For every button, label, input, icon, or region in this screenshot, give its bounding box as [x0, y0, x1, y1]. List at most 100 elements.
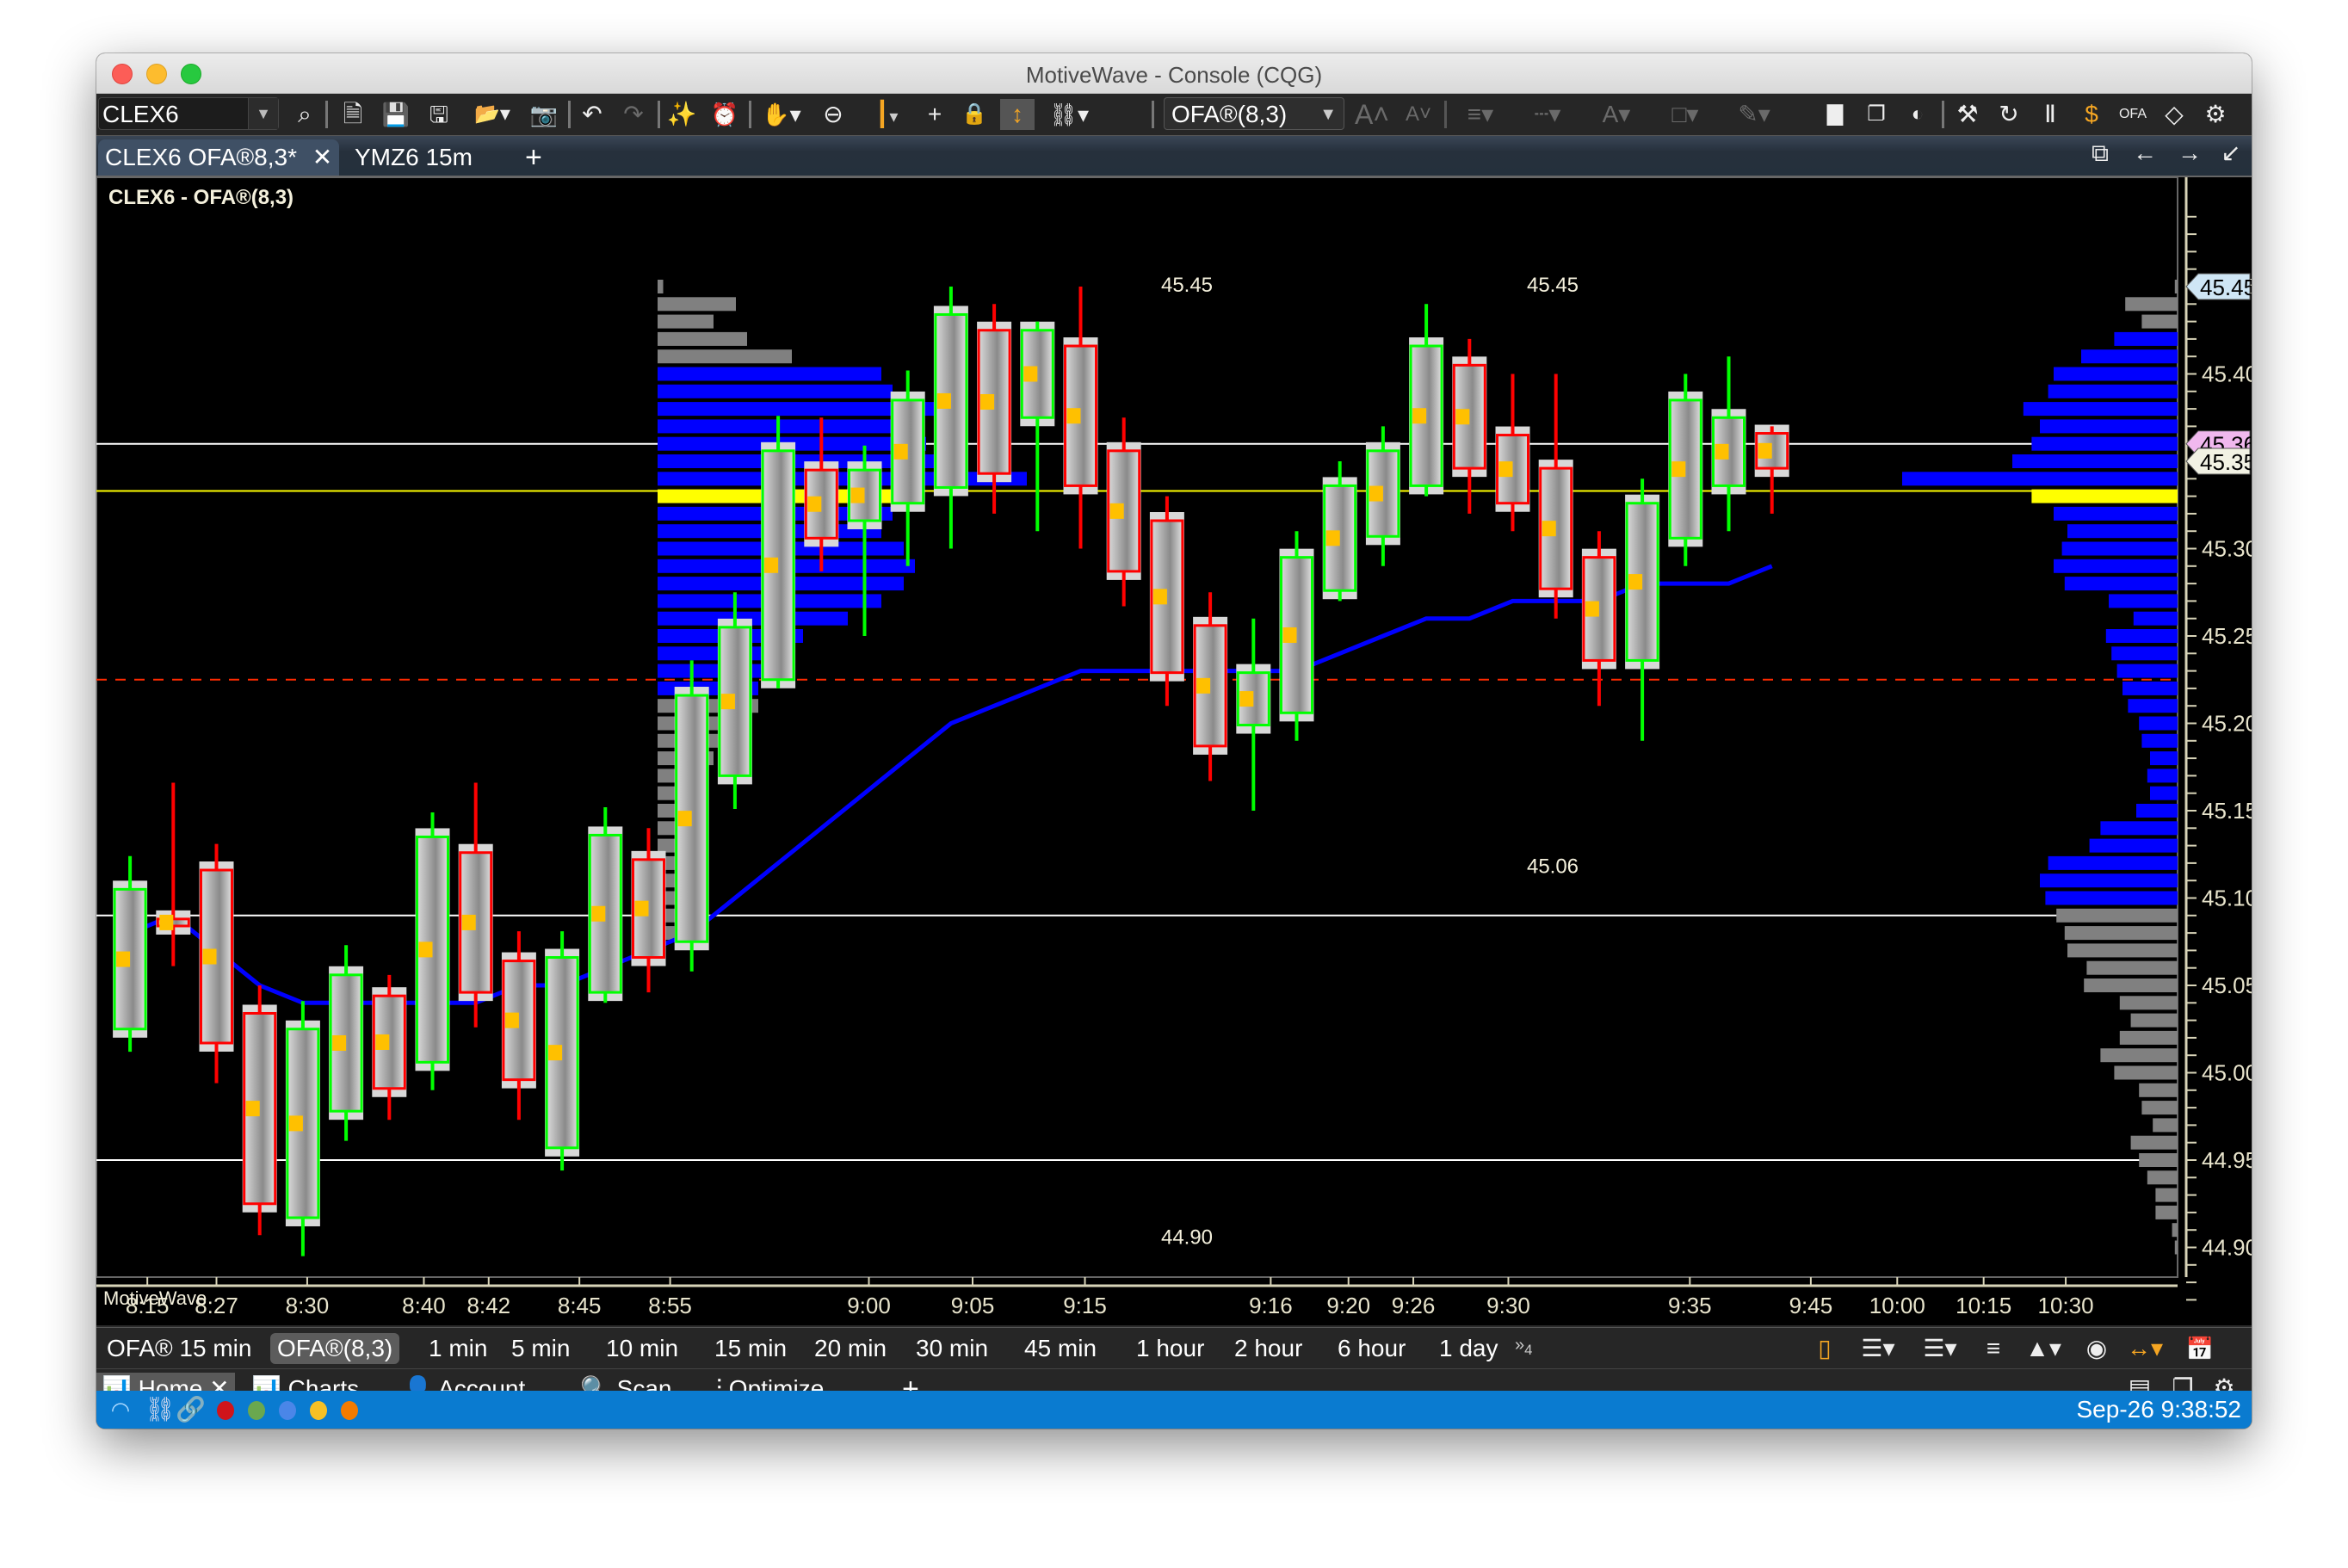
candle[interactable] — [242, 985, 277, 1236]
candle[interactable] — [285, 1001, 320, 1256]
candle[interactable] — [890, 370, 925, 566]
candle[interactable] — [329, 945, 364, 1141]
add-tab-button[interactable]: + — [518, 139, 549, 176]
interval-option[interactable]: 1 day — [1432, 1333, 1505, 1364]
candle[interactable] — [1754, 424, 1789, 514]
tab-clex6[interactable]: CLEX6 OFA®8,3* ✕ — [98, 139, 340, 176]
candle[interactable] — [1581, 531, 1616, 707]
candle[interactable] — [1322, 461, 1357, 602]
tab-ymz6[interactable]: YMZ6 15m — [348, 139, 479, 176]
tools-icon[interactable]: ⚒ — [1950, 99, 1985, 130]
study-selector[interactable]: OFA®(8,3) ▼ — [1164, 97, 1344, 130]
candle[interactable] — [1625, 478, 1660, 741]
interval-option[interactable]: 45 min — [1017, 1333, 1103, 1364]
candle[interactable] — [1063, 287, 1098, 549]
text-color-icon[interactable]: A▾ — [1591, 99, 1642, 130]
candle[interactable] — [1193, 592, 1228, 781]
candle[interactable] — [113, 855, 148, 1053]
candle[interactable] — [1020, 321, 1055, 532]
candle[interactable] — [458, 782, 493, 1028]
candle[interactable] — [1365, 426, 1400, 566]
chevron-down-icon[interactable]: ▼ — [248, 98, 278, 129]
zoom-out-icon[interactable]: ⊖ — [816, 99, 850, 130]
candle[interactable] — [415, 812, 450, 1090]
interval-option[interactable]: 2 hour — [1227, 1333, 1309, 1364]
eye-icon[interactable]: ◉ — [2081, 1333, 2112, 1364]
search-icon[interactable]: ⌕ — [289, 99, 320, 130]
interval-option[interactable]: 10 min — [599, 1333, 685, 1364]
candle[interactable] — [1149, 496, 1184, 707]
candle-style-icon[interactable]: ┃▾ — [862, 99, 911, 130]
crosshair-icon[interactable]: + — [919, 99, 950, 130]
new-page-icon[interactable]: 🗎 — [337, 99, 368, 130]
price-chart[interactable]: 45.45 45.45 45.06 44.90 45.45 45.40 45.30 45.2… — [96, 176, 2252, 1325]
candle[interactable] — [1668, 373, 1703, 566]
interval-option[interactable]: OFA®(8,3) — [270, 1333, 400, 1364]
refresh-icon[interactable]: ↻ — [1992, 99, 2026, 130]
ofa-icon[interactable]: OFA — [2116, 99, 2150, 130]
candle[interactable] — [1409, 304, 1444, 497]
forward-arrow-icon[interactable]: → — [2172, 138, 2207, 169]
popout-icon[interactable]: ⧉ — [2083, 138, 2117, 169]
candle[interactable] — [501, 931, 536, 1120]
collapse-icon[interactable]: ↙ — [2214, 138, 2248, 169]
candle[interactable] — [933, 287, 968, 549]
candle[interactable] — [1452, 338, 1487, 514]
align-left-icon[interactable]: ☰▾ — [1852, 1333, 1904, 1364]
dollar-clock-icon[interactable]: $ — [2074, 99, 2109, 130]
interval-option[interactable]: 20 min — [807, 1333, 893, 1364]
candle[interactable] — [761, 416, 796, 688]
candle[interactable] — [631, 828, 666, 993]
save-icon[interactable]: 💾 — [380, 99, 411, 130]
back-arrow-icon[interactable]: ← — [2128, 138, 2162, 169]
candle[interactable] — [1279, 531, 1314, 741]
fill-color-icon[interactable]: □▾ — [1659, 99, 1711, 130]
magic-wand-icon[interactable]: ✨ — [664, 99, 699, 130]
dollar-diamond-icon[interactable]: ◇ — [2157, 99, 2191, 130]
auto-scale-icon[interactable]: ↕ — [1000, 99, 1035, 130]
interval-option[interactable]: 30 min — [909, 1333, 995, 1364]
candle[interactable] — [674, 660, 709, 972]
save-all-icon[interactable]: 🖫 — [423, 99, 454, 130]
overflow-button[interactable]: »4 — [1508, 1330, 1539, 1361]
candle[interactable] — [1495, 373, 1530, 532]
list-lines-icon[interactable]: ≡ — [1978, 1333, 2009, 1364]
candle[interactable] — [156, 782, 191, 966]
calculator-icon[interactable]: ▯ — [1809, 1333, 1840, 1364]
brush-color-icon[interactable]: ✎▾ — [1728, 99, 1780, 130]
hand-pan-icon[interactable]: ✋▾ — [756, 99, 807, 130]
interval-option[interactable]: 1 min — [422, 1333, 494, 1364]
redo-icon[interactable]: ↷ — [618, 99, 649, 130]
candle[interactable] — [1106, 417, 1141, 607]
candle[interactable] — [1538, 373, 1573, 619]
undo-icon[interactable]: ↶ — [577, 99, 608, 130]
order-lock-icon[interactable]: ▇ — [1818, 99, 1852, 130]
chevron-down-icon[interactable]: ▼ — [1319, 98, 1337, 131]
close-icon[interactable]: ✕ — [312, 144, 332, 170]
lock-scale-icon[interactable]: 🔒 — [957, 99, 992, 130]
font-decrease-icon[interactable]: A˅ — [1401, 99, 1436, 130]
width-resize-icon[interactable]: ↔▾ — [2119, 1333, 2171, 1364]
font-increase-icon[interactable]: A˄ — [1355, 99, 1389, 130]
line-style-icon[interactable]: ┄▾ — [1522, 99, 1573, 130]
chart-type-icon[interactable]: ▲▾ — [2017, 1333, 2069, 1364]
layers-icon[interactable]: ❐ — [1859, 99, 1894, 130]
candle[interactable] — [588, 806, 623, 1003]
candle[interactable] — [372, 974, 407, 1120]
interval-option[interactable]: 15 min — [707, 1333, 794, 1364]
symbol-selector[interactable]: CLEX6 ▼ — [98, 97, 279, 130]
overlay-icon[interactable]: ◐ — [1900, 99, 1935, 130]
camera-icon[interactable]: 📷 — [527, 99, 561, 130]
candle[interactable] — [717, 592, 752, 809]
link-icon[interactable]: ⛓▾ — [1043, 99, 1095, 130]
open-folder-icon[interactable]: 📂▾ — [467, 99, 518, 130]
interval-option[interactable]: 6 hour — [1331, 1333, 1412, 1364]
interval-option[interactable]: 1 hour — [1129, 1333, 1211, 1364]
line-width-icon[interactable]: ≡▾ — [1455, 99, 1506, 130]
align-left-2-icon[interactable]: ☰▾ — [1914, 1333, 1966, 1364]
calendar-icon[interactable]: 📅 — [2183, 1333, 2217, 1364]
alarm-add-icon[interactable]: ⏰ — [707, 99, 742, 130]
columns-icon[interactable]: Ⅱ — [2033, 99, 2067, 130]
chart-panel[interactable]: 45.45 45.45 45.06 44.90 45.45 45.40 45.30 45.2… — [96, 176, 2252, 1325]
candle[interactable] — [199, 843, 234, 1083]
